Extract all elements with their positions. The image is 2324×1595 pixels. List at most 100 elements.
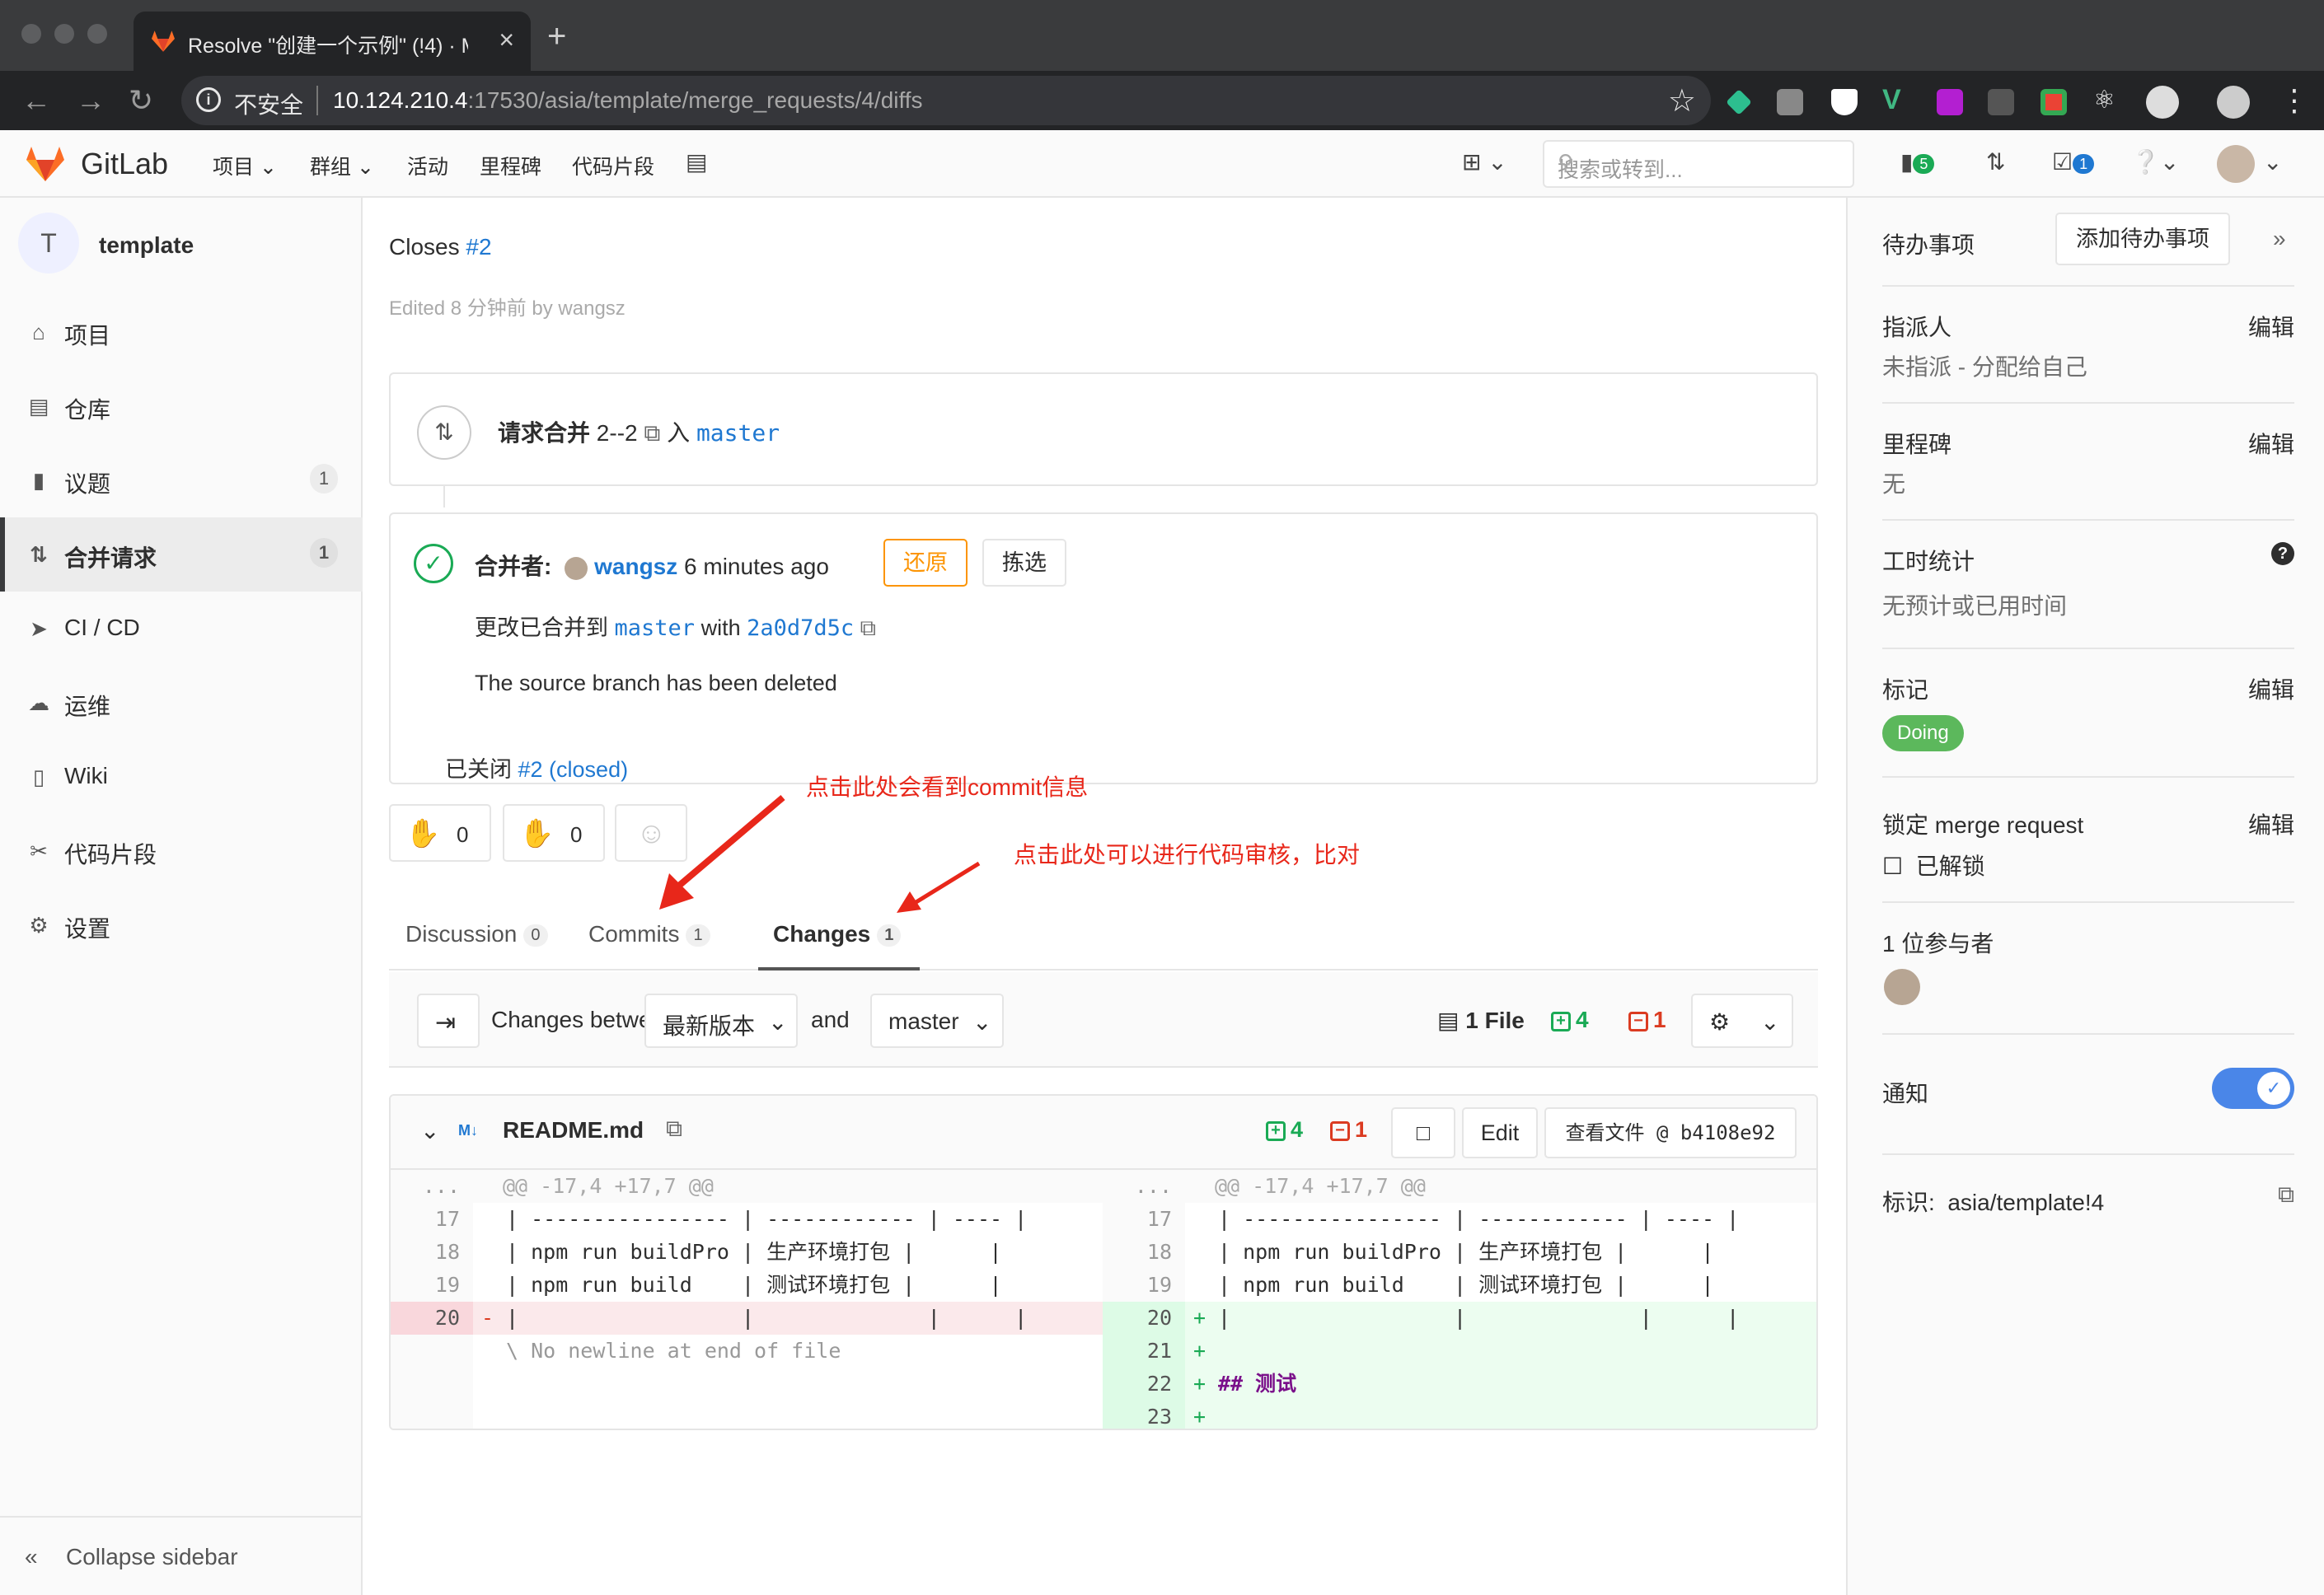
profile-avatar-icon[interactable] [2217,86,2250,119]
issue-link[interactable]: #2 [466,234,491,260]
extension-vue-icon[interactable]: V [1882,84,1909,115]
browser-menu-icon[interactable]: ⋮ [2279,82,2309,119]
collapse-sidebar-button[interactable]: « Collapse sidebar [0,1516,363,1595]
nav-projects[interactable]: 项目 ⌄ [213,151,277,180]
search-input[interactable]: 搜索或转到... ⚲ [1543,140,1854,188]
tab-close-icon[interactable]: × [499,25,514,55]
copy-icon[interactable]: ⧉ [666,1116,682,1143]
todos-shortcut[interactable]: ☑ 1 [2052,148,2095,175]
thumbs-down-button[interactable]: ✋ 0 [503,804,605,862]
collapse-right-sidebar-icon[interactable]: » [2273,226,2286,252]
file-name[interactable]: README.md [503,1117,644,1144]
tab-discussion[interactable]: Discussion 0 [405,921,548,947]
nav-milestones[interactable]: 里程碑 [480,151,541,180]
extension-diamond-icon[interactable] [1726,89,1752,115]
minimize-window-button[interactable] [54,24,74,44]
view-file-button[interactable]: 查看文件 @ b4108e92 [1544,1107,1797,1158]
edit-labels-link[interactable]: 编辑 [2248,672,2294,705]
nav-activity[interactable]: 活动 [407,151,448,180]
user-avatar[interactable] [2217,145,2255,183]
nav-groups[interactable]: 群组 ⌄ [310,151,374,180]
merged-by-user-link[interactable]: wangsz [594,554,677,579]
participant-avatar[interactable] [1884,969,1920,1005]
sidebar-item-ci-cd[interactable]: ➤ CI / CD [0,592,363,666]
sidebar-item-operations[interactable]: ☁ 运维 [0,666,363,740]
edit-file-button[interactable]: Edit [1462,1107,1538,1158]
toggle-file-tree-button[interactable]: ⇥ [417,994,480,1048]
extension-colors-icon[interactable] [2041,89,2067,115]
sidebar-item-issues[interactable]: ▮ 议题 1 [0,443,363,517]
line-number-added[interactable]: 20 [1103,1302,1185,1335]
project-avatar[interactable]: T [18,213,79,274]
version-select[interactable]: 最新版本 ⌄ [644,994,798,1048]
gitlab-logo-icon[interactable] [25,145,66,183]
nav-snippets[interactable]: 代码片段 [572,151,654,180]
thumbs-up-button[interactable]: ✋ 0 [389,804,491,862]
sidebar-item-repository[interactable]: ▤ 仓库 [0,369,363,443]
maximize-window-button[interactable] [87,24,107,44]
close-window-button[interactable] [21,24,41,44]
browser-tab[interactable]: Resolve "创建一个示例" (!4) · M × [134,12,531,71]
new-dropdown-button[interactable]: ⊞ ⌄ [1462,148,1507,175]
diff-settings-button[interactable]: ⚙ ⌄ [1691,994,1793,1048]
url-input[interactable]: i 不安全 10.124.210.4:17530/asia/template/m… [181,76,1711,125]
tab-changes[interactable]: Changes 1 [773,921,902,947]
line-number[interactable]: 17 [1103,1203,1172,1236]
help-icon[interactable]: ❔⌄ [2131,148,2179,175]
hunk-expand-left[interactable]: ... [391,1170,460,1203]
sidebar-item-project[interactable]: ⌂ 项目 [0,295,363,369]
chevron-down-icon[interactable]: ⌄ [2263,148,2282,175]
target-select[interactable]: master ⌄ [870,994,1004,1048]
line-number-added[interactable]: 23 [1103,1401,1185,1429]
line-number[interactable]: 18 [391,1236,460,1269]
edit-milestone-link[interactable]: 编辑 [2248,427,2294,460]
edit-assignee-link[interactable]: 编辑 [2248,310,2294,343]
files-count[interactable]: ▤ 1 File [1437,1007,1525,1034]
notifications-toggle[interactable]: ✓ [2212,1068,2294,1109]
closed-issue-link[interactable]: #2 (closed) [518,757,629,782]
info-icon[interactable]: i [196,87,221,112]
hunk-expand-right[interactable]: ... [1103,1170,1172,1203]
tab-commits[interactable]: Commits 1 [588,921,710,947]
extension-graph-icon[interactable] [1988,89,2014,115]
line-number-added[interactable]: 22 [1103,1368,1185,1401]
assignee-value[interactable]: 未指派 - 分配给自己 [1882,349,2087,382]
sidebar-item-wiki[interactable]: ▯ Wiki [0,740,363,814]
commit-sha-link[interactable]: 2a0d7d5c [747,615,854,641]
sidebar-item-merge-requests[interactable]: ⇅ 合并请求 1 [0,517,363,592]
line-number[interactable]: 19 [1103,1269,1172,1302]
forward-icon[interactable]: → [76,82,105,119]
sidebar-item-snippets[interactable]: ✂ 代码片段 [0,814,363,888]
bookmark-star-icon[interactable]: ☆ [1668,82,1696,119]
chevron-down-icon[interactable]: ⌄ [420,1117,439,1144]
extension-avatar-icon[interactable] [2146,86,2179,119]
line-number-added[interactable]: 21 [1103,1335,1185,1368]
copy-icon[interactable]: ⧉ [644,420,660,446]
target-branch-link[interactable]: master [696,419,780,447]
cherry-pick-button[interactable]: 拣选 [982,539,1066,587]
line-number-deleted[interactable]: 20 [391,1302,473,1335]
copy-icon[interactable]: ⧉ [2278,1181,2294,1209]
chart-icon[interactable]: ▤ [686,148,707,175]
edit-lock-link[interactable]: 编辑 [2248,807,2294,840]
line-number[interactable]: 18 [1103,1236,1172,1269]
issues-shortcut[interactable]: ▮ 5 [1900,148,1935,175]
comment-button[interactable]: □ [1391,1107,1455,1158]
add-todo-button[interactable]: 添加待办事项 [2055,213,2230,265]
merge-requests-shortcut-icon[interactable]: ⇅ [1986,148,2005,175]
label-doing-badge[interactable]: Doing [1882,715,1964,751]
copy-icon[interactable]: ⧉ [860,615,876,640]
line-number[interactable]: 17 [391,1203,460,1236]
back-icon[interactable]: ← [21,82,51,119]
extension-rp-icon[interactable] [1937,89,1963,115]
project-name[interactable]: template [99,232,194,259]
reload-icon[interactable]: ↻ [129,82,153,119]
revert-button[interactable]: 还原 [883,539,968,587]
sidebar-item-settings[interactable]: ⚙ 设置 [0,888,363,962]
new-tab-button[interactable]: + [547,20,566,53]
extension-shield-icon[interactable] [1831,89,1858,115]
extension-translate-icon[interactable] [1777,89,1803,115]
help-icon[interactable]: ? [2271,542,2294,565]
add-reaction-button[interactable]: ☺ [615,804,687,862]
line-number[interactable]: 19 [391,1269,460,1302]
